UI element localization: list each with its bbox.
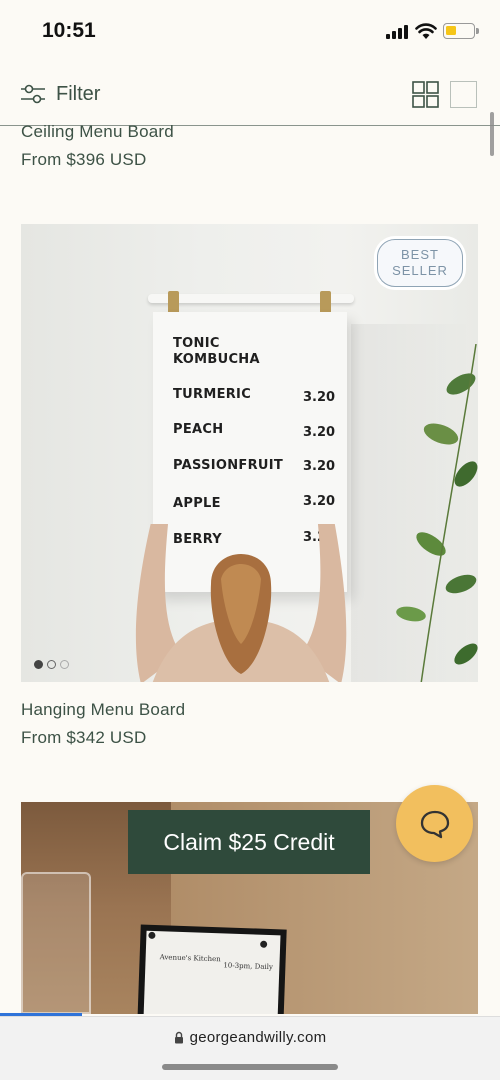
product-price: From $342 USD [21, 728, 147, 747]
frame-text: Avenue's Kitchen [159, 953, 221, 964]
person-holding-board [135, 524, 347, 682]
badge-line: BEST [401, 247, 439, 262]
product-price: From $396 USD [21, 150, 147, 169]
carousel-dot[interactable] [47, 660, 56, 669]
badge-line: SELLER [392, 263, 448, 278]
product-image-hanging-menu-board[interactable]: TONIC KOMBUCHA TURMERIC 3.20 PEACH 3.20 … [21, 224, 478, 682]
menu-item-name: TURMERIC [173, 387, 252, 402]
menu-item-name: APPLE [173, 496, 221, 511]
chat-button[interactable] [396, 785, 473, 862]
filter-button[interactable]: Filter [20, 82, 100, 106]
product-title[interactable]: Ceiling Menu Board [21, 122, 174, 142]
menu-heading: TONIC [173, 336, 220, 351]
battery-icon [443, 23, 479, 39]
status-bar: 10:51 [0, 0, 500, 62]
product-title[interactable]: Hanging Menu Board [21, 700, 185, 720]
best-seller-badge: BEST SELLER [377, 239, 463, 287]
url-text[interactable]: georgeandwilly.com [190, 1029, 327, 1046]
carousel-dots [34, 660, 69, 669]
filter-label: Filter [56, 82, 101, 105]
menu-frame: Avenue's Kitchen 10-3pm, Daily [137, 924, 287, 1014]
status-time: 10:51 [42, 19, 96, 42]
frame-text: 10-3pm, Daily [223, 961, 274, 972]
filter-icon [21, 84, 45, 104]
single-view-icon[interactable] [450, 81, 477, 108]
page-scrollbar[interactable] [490, 112, 494, 156]
grid-view-icon[interactable] [412, 81, 439, 108]
glass-carafe [21, 872, 91, 1014]
menu-heading: KOMBUCHA [173, 352, 260, 367]
chat-icon [420, 810, 449, 838]
lock-icon [174, 1031, 183, 1044]
menu-item-price: 3.20 [303, 494, 336, 509]
menu-item-name: PEACH [173, 422, 224, 437]
wifi-icon [415, 23, 437, 39]
menu-item-price: 3.20 [303, 390, 336, 405]
battery-level [446, 26, 456, 35]
plant-leaves [396, 344, 478, 682]
menu-item-price: 3.20 [303, 459, 336, 474]
browser-url-bar[interactable]: georgeandwilly.com [0, 1016, 500, 1080]
carousel-dot[interactable] [34, 660, 43, 669]
filter-bar: Filter [0, 70, 500, 126]
home-indicator[interactable] [162, 1064, 338, 1070]
signal-icon [386, 25, 408, 39]
menu-item-name: PASSIONFRUIT [173, 458, 284, 473]
menu-item-price: 3.20 [303, 425, 336, 440]
carousel-dot[interactable] [60, 660, 69, 669]
claim-credit-button[interactable]: Claim $25 Credit [128, 810, 370, 874]
